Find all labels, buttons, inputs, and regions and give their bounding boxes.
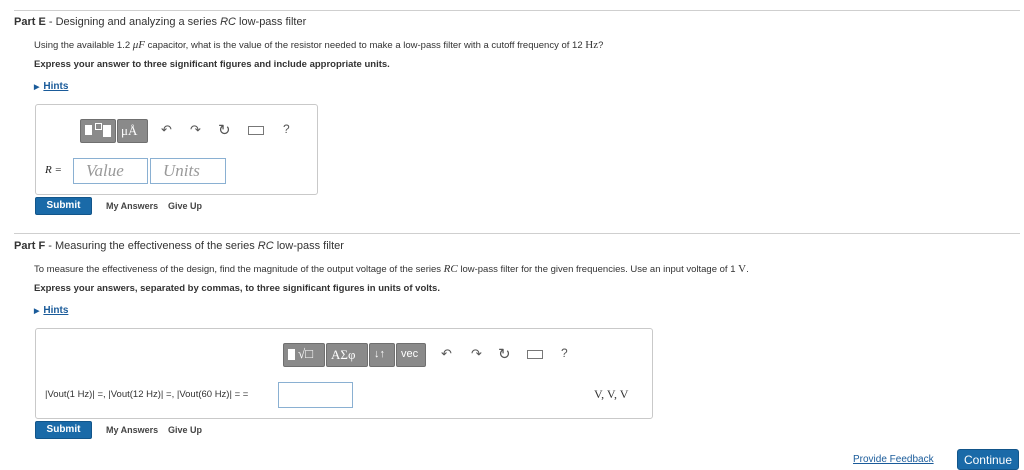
templates-button[interactable]	[80, 119, 116, 143]
part-divider	[14, 233, 1020, 234]
expand-triangle-icon: ▶	[34, 84, 40, 91]
greek-symbols-button[interactable]: ΑΣφ	[326, 343, 368, 367]
part-f-question: To measure the effectiveness of the desi…	[34, 263, 749, 275]
part-f-submit-button[interactable]: Submit	[35, 421, 92, 439]
vout-answer-field[interactable]	[278, 382, 353, 408]
units-field[interactable]: Units	[150, 158, 226, 184]
vector-button[interactable]: vec	[396, 343, 426, 367]
part-e-give-up-link[interactable]: Give Up	[168, 201, 202, 211]
units-button[interactable]: μÅ	[117, 119, 148, 143]
greek-symbols-icon: ΑΣφ	[331, 347, 356, 362]
template-box-icon	[288, 349, 295, 360]
sub-sup-arrows-icon: ↓↑	[374, 348, 385, 360]
undo-icon[interactable]: ↶	[161, 122, 172, 138]
top-divider	[14, 10, 1020, 11]
part-f-title: Part F - Measuring the effectiveness of …	[14, 240, 344, 252]
help-icon[interactable]: ?	[561, 346, 568, 360]
keyboard-icon[interactable]	[248, 126, 264, 135]
vec-icon: vec	[401, 348, 419, 360]
part-f-hints-link[interactable]: ▶ Hints	[34, 305, 68, 316]
part-e-question: Using the available 1.2 μF capacitor, wh…	[34, 39, 604, 51]
templates-radical-button[interactable]: √□	[283, 343, 325, 367]
continue-button[interactable]: Continue	[957, 449, 1019, 470]
template-boxes-icon	[85, 125, 92, 135]
redo-icon[interactable]: ↷	[471, 346, 482, 362]
part-e-title: Part E - Designing and analyzing a serie…	[14, 16, 307, 28]
redo-icon[interactable]: ↷	[190, 122, 201, 138]
undo-icon[interactable]: ↶	[441, 346, 452, 362]
resistor-label: R =	[45, 164, 62, 176]
expand-triangle-icon: ▶	[34, 308, 40, 315]
part-e-instruction: Express your answer to three significant…	[34, 59, 390, 70]
reset-icon[interactable]: ↻	[498, 345, 511, 363]
units-suffix: V, V, V	[594, 387, 629, 401]
provide-feedback-link[interactable]: Provide Feedback	[853, 454, 934, 465]
radical-icon: √□	[298, 346, 313, 361]
keyboard-icon[interactable]	[527, 350, 543, 359]
part-e-my-answers-link[interactable]: My Answers	[106, 201, 158, 211]
micro-angstrom-icon: μÅ	[121, 123, 138, 138]
part-f-instruction: Express your answers, separated by comma…	[34, 283, 440, 294]
part-f-my-answers-link[interactable]: My Answers	[106, 425, 158, 435]
part-e-submit-button[interactable]: Submit	[35, 197, 92, 215]
subscript-button[interactable]: ↓↑	[369, 343, 395, 367]
vout-label: |Vout(1 Hz)| =, |Vout(12 Hz)| =, |Vout(6…	[45, 389, 249, 400]
help-icon[interactable]: ?	[283, 122, 290, 136]
value-field[interactable]: Value	[73, 158, 148, 184]
part-e-hints-link[interactable]: ▶ Hints	[34, 81, 68, 92]
reset-icon[interactable]: ↻	[218, 121, 231, 139]
part-f-give-up-link[interactable]: Give Up	[168, 425, 202, 435]
